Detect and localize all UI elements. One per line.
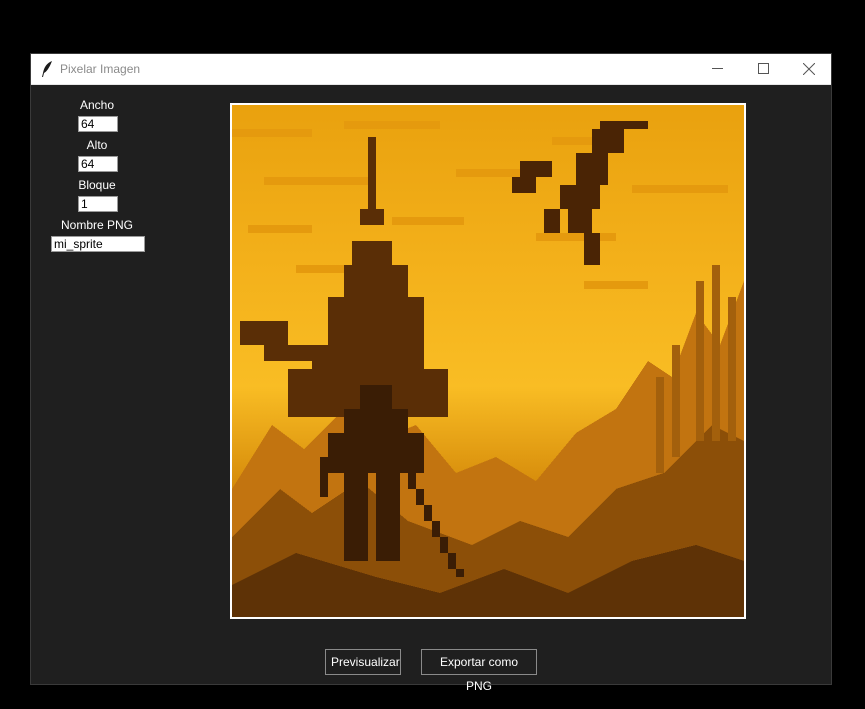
png-name-input[interactable] — [51, 236, 145, 252]
pixel-art-preview — [232, 105, 744, 617]
width-input[interactable] — [78, 116, 118, 132]
app-window: Pixelar Imagen Ancho Alto Bloque Nombre … — [31, 54, 831, 693]
title-bar[interactable]: Pixelar Imagen — [31, 54, 831, 85]
height-input[interactable] — [78, 156, 118, 172]
maximize-button[interactable] — [740, 54, 786, 84]
block-input[interactable] — [78, 196, 118, 212]
maximize-icon — [758, 63, 769, 74]
close-icon — [803, 63, 815, 75]
height-label: Alto — [86, 138, 108, 152]
block-label: Bloque — [78, 178, 116, 192]
preview-button[interactable]: Previsualizar — [325, 649, 401, 675]
minimize-button[interactable] — [694, 54, 740, 84]
close-button[interactable] — [785, 54, 831, 84]
png-name-label: Nombre PNG — [60, 218, 134, 232]
feather-icon — [40, 60, 54, 78]
width-label: Ancho — [79, 98, 115, 112]
client-area: Ancho Alto Bloque Nombre PNG — [31, 84, 831, 693]
preview-canvas — [230, 103, 746, 619]
window-title: Pixelar Imagen — [60, 62, 141, 76]
minimize-icon — [712, 68, 723, 69]
export-png-button[interactable]: Exportar como PNG — [421, 649, 537, 693]
